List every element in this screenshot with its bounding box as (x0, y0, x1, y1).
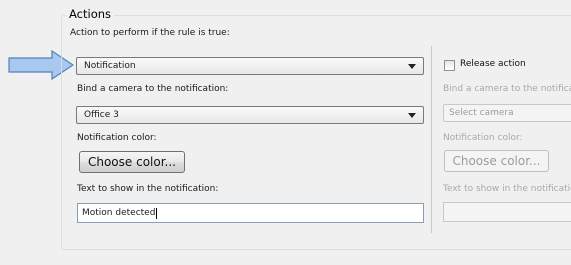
column-divider (431, 46, 432, 233)
release-action-label: Release action (460, 59, 526, 69)
notification-text-value: Motion detected (82, 208, 156, 218)
release-camera-placeholder: Select camera (449, 108, 514, 118)
notification-color-label: Notification color: (77, 133, 157, 143)
camera-dropdown[interactable]: Office 3 (76, 106, 424, 124)
release-bind-camera-label: Bind a camera to the notification: (443, 84, 571, 94)
action-label: Action to perform if the rule is true: (70, 28, 230, 38)
notification-text-label: Text to show in the notification: (77, 184, 219, 194)
bind-camera-label: Bind a camera to the notification: (77, 84, 229, 94)
release-text-input[interactable] (443, 202, 571, 222)
camera-dropdown-value: Office 3 (84, 110, 119, 120)
choose-color-button[interactable]: Choose color... (79, 151, 185, 173)
action-dropdown-value: Notification (84, 61, 136, 71)
release-action-checkbox[interactable] (444, 60, 455, 71)
release-text-label: Text to show in the notification: (443, 184, 571, 194)
actions-group-title: Actions (66, 7, 115, 21)
chevron-down-icon (408, 63, 416, 69)
release-camera-dropdown[interactable]: Select camera (443, 104, 571, 122)
chevron-down-icon (408, 112, 416, 118)
notification-text-input[interactable]: Motion detected (77, 203, 424, 223)
release-color-label: Notification color: (443, 133, 523, 143)
release-choose-color-button[interactable]: Choose color... (444, 150, 549, 172)
text-caret (156, 207, 158, 219)
action-dropdown[interactable]: Notification (76, 57, 424, 75)
